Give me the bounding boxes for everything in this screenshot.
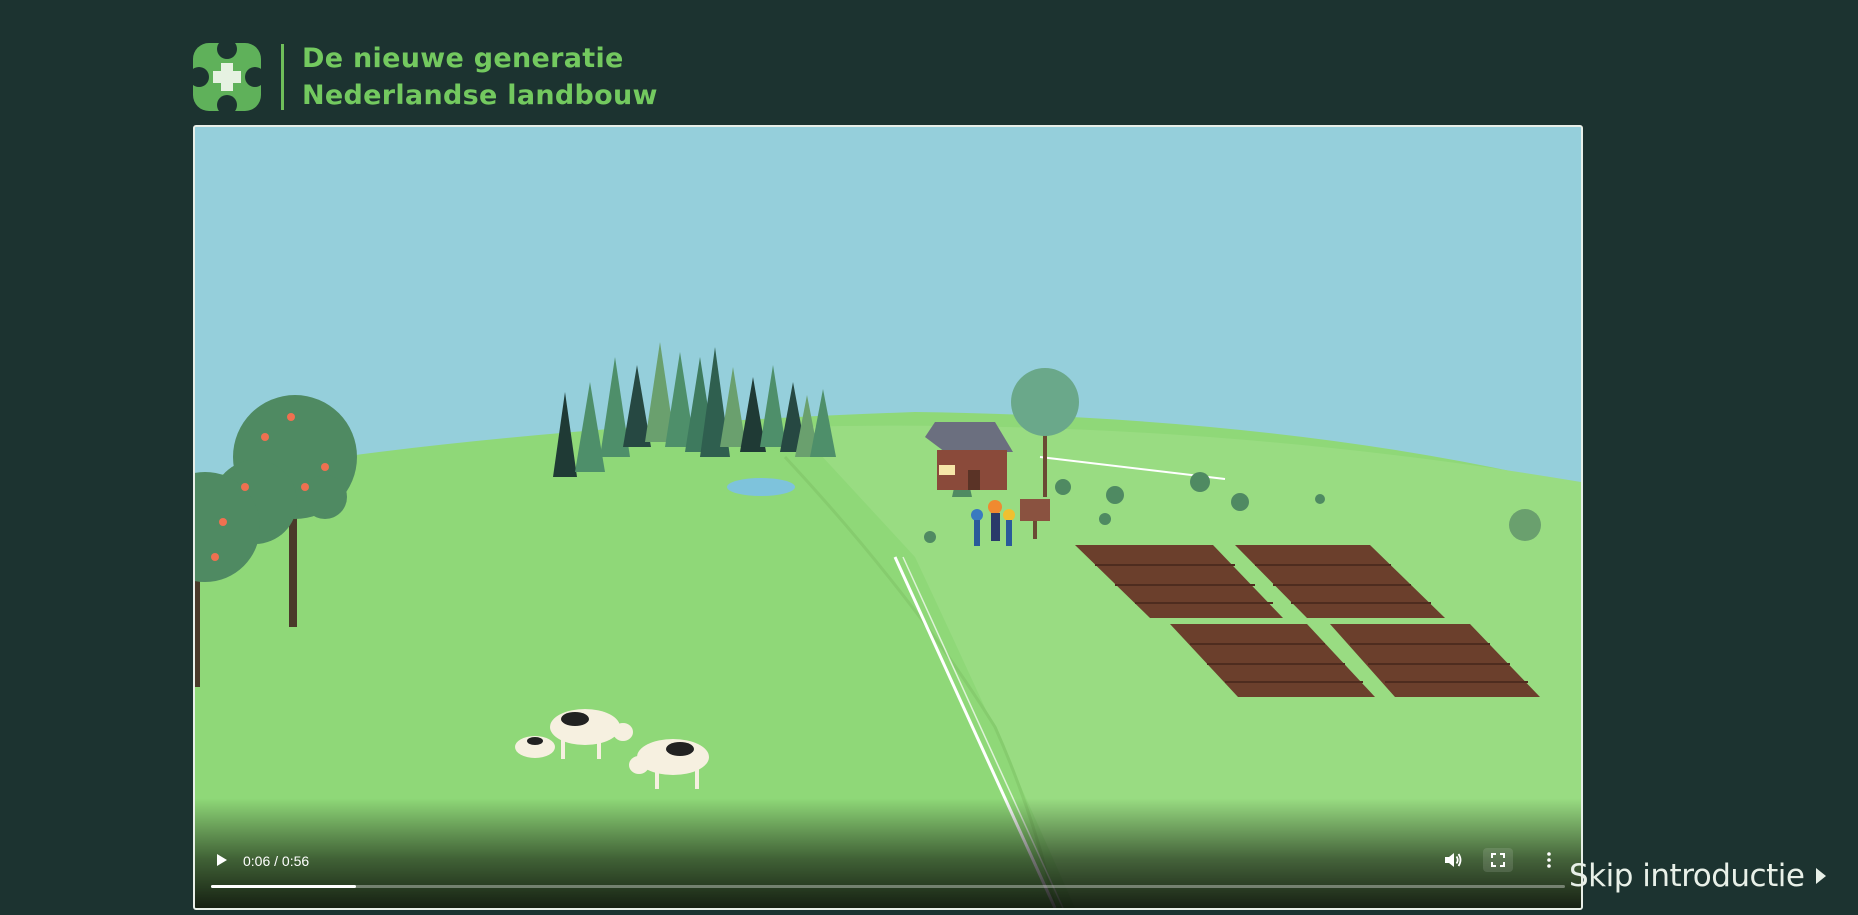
more-options-button[interactable] xyxy=(1537,848,1561,872)
fullscreen-button[interactable] xyxy=(1483,848,1513,872)
video-player[interactable]: 0:06 / 0:56 xyxy=(193,125,1583,910)
page-title: De nieuwe generatie Nederlandse landbouw xyxy=(302,40,658,114)
time-display: 0:06 / 0:56 xyxy=(243,853,310,869)
site-header: De nieuwe generatie Nederlandse landbouw xyxy=(193,41,658,113)
logo[interactable] xyxy=(193,43,261,111)
skip-intro-label: Skip introductie xyxy=(1569,858,1805,894)
arrow-right-icon xyxy=(1814,858,1828,894)
more-options-icon xyxy=(1547,852,1551,868)
volume-button[interactable] xyxy=(1441,848,1465,872)
title-line-1: De nieuwe generatie xyxy=(302,43,624,74)
volume-icon xyxy=(1445,853,1462,867)
header-divider xyxy=(281,44,284,110)
video-frame-farm-scene xyxy=(195,127,1581,908)
controls-overlay xyxy=(195,798,1581,908)
skip-intro-button[interactable]: Skip introductie xyxy=(1569,858,1828,894)
play-icon xyxy=(217,854,227,866)
play-button[interactable] xyxy=(211,850,231,870)
progress-bar[interactable] xyxy=(211,885,1565,888)
title-line-2: Nederlandse landbouw xyxy=(302,80,658,111)
clover-cross-icon xyxy=(193,43,261,111)
progress-fill xyxy=(211,885,356,888)
fullscreen-icon xyxy=(1491,853,1505,867)
